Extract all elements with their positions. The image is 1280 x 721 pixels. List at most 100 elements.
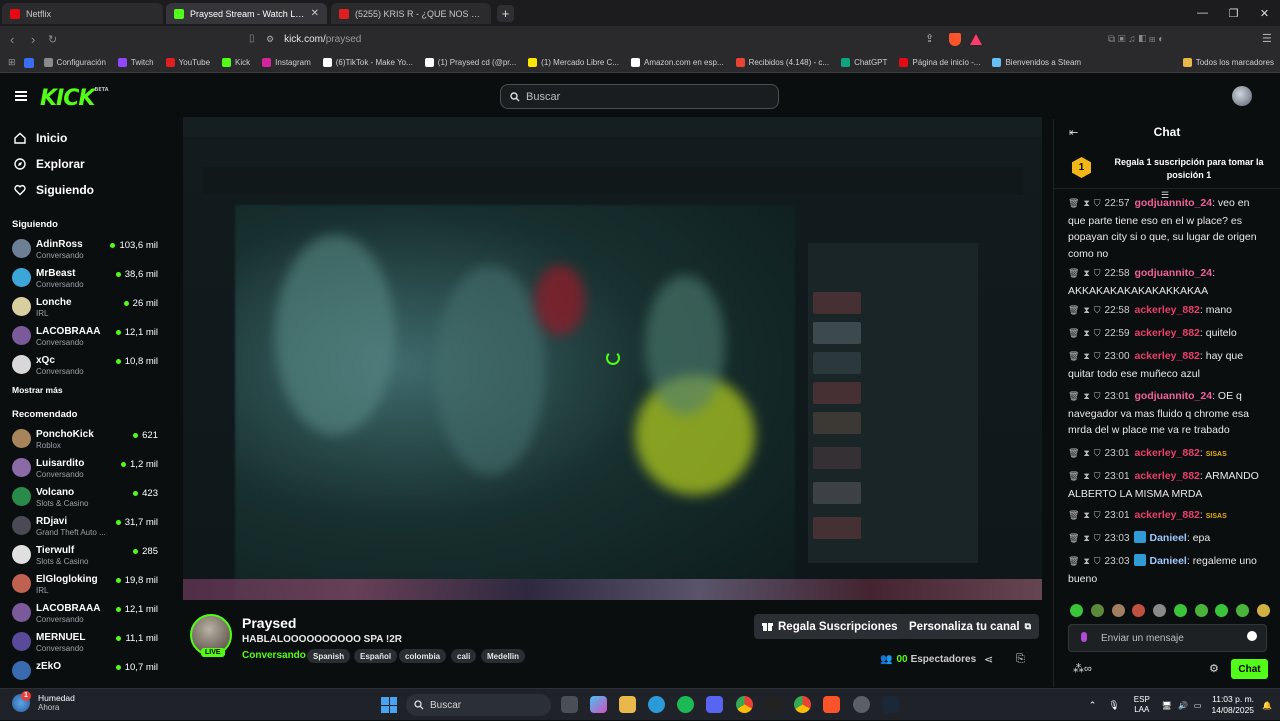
app-icon[interactable] bbox=[765, 696, 782, 713]
weather-widget[interactable]: 1 Humedad Ahora bbox=[12, 690, 75, 712]
browser-tab-youtube[interactable]: (5255) KRIS R - ¿QUE NOS PASÓ? bbox=[331, 3, 491, 24]
ban-icon[interactable]: ⛉ bbox=[1094, 328, 1101, 338]
mod-icon[interactable]: 🗑 bbox=[1068, 556, 1079, 566]
chat-username[interactable]: ackerley_882 bbox=[1134, 447, 1199, 459]
sidebar-item-inicio[interactable]: Inicio bbox=[0, 125, 172, 151]
bookmark-item[interactable]: YouTube bbox=[160, 58, 216, 67]
sidebar-channel[interactable]: Volcano Slots & Casino 423 bbox=[0, 482, 172, 511]
brave-rewards-icon[interactable] bbox=[970, 34, 982, 45]
copilot-icon[interactable] bbox=[590, 696, 607, 713]
notifications-icon[interactable]: 🔔 bbox=[1262, 701, 1272, 710]
timeout-icon[interactable]: ⧗ bbox=[1083, 305, 1089, 315]
chat-username[interactable]: godjuannito_24 bbox=[1134, 267, 1212, 279]
task-view-icon[interactable] bbox=[561, 696, 578, 713]
chat-username[interactable]: ackerley_882 bbox=[1134, 350, 1199, 362]
stream-tag[interactable]: Spanish bbox=[307, 649, 351, 663]
customize-channel-button[interactable]: Personaliza tu canal ⧉ bbox=[901, 614, 1040, 639]
network-icon[interactable]: 🖥 bbox=[1162, 701, 1172, 710]
apps-icon[interactable]: ⊞ bbox=[8, 57, 16, 68]
ban-icon[interactable]: ⛉ bbox=[1094, 471, 1101, 481]
bookmark-item[interactable]: Kick bbox=[216, 58, 256, 67]
emote-icon[interactable] bbox=[1070, 604, 1083, 617]
timeout-icon[interactable]: ⧗ bbox=[1083, 268, 1089, 278]
brave-shield-icon[interactable] bbox=[949, 33, 961, 46]
browser-tab-kick[interactable]: Praysed Stream - Watch Live on Kick ✕ bbox=[166, 3, 327, 24]
timeout-icon[interactable]: ⧗ bbox=[1083, 198, 1089, 208]
sidebar-item-explorar[interactable]: Explorar bbox=[0, 151, 172, 177]
mod-icon[interactable]: 🗑 bbox=[1068, 471, 1079, 481]
url-field[interactable]: ⚙ kick.com/praysed bbox=[266, 30, 986, 49]
chat-username[interactable]: ackerley_882 bbox=[1134, 509, 1199, 521]
mod-icon[interactable]: 🗑 bbox=[1068, 448, 1079, 458]
bookmark-item[interactable]: Instagram bbox=[256, 58, 317, 67]
emote-icon[interactable] bbox=[1111, 604, 1125, 617]
mod-icon[interactable]: 🗑 bbox=[1068, 351, 1079, 361]
gift-subscriptions-button[interactable]: Regala Suscripciones bbox=[754, 614, 906, 639]
mod-icon[interactable]: 🗑 bbox=[1068, 198, 1079, 208]
all-bookmarks[interactable]: Todos los marcadores bbox=[1176, 58, 1280, 67]
battery-icon[interactable]: ▭ bbox=[1194, 701, 1202, 710]
mod-icon[interactable]: 🗑 bbox=[1068, 533, 1079, 543]
stream-tag[interactable]: Medellin bbox=[481, 649, 526, 663]
emote-icon[interactable] bbox=[1236, 604, 1250, 617]
emote-icon[interactable] bbox=[1194, 604, 1208, 617]
bookmark-item[interactable]: (6)TikTok - Make Yo... bbox=[317, 58, 419, 67]
extensions-icon[interactable]: ⧉ ▣ ♫ ◧ ⊞ ◐ bbox=[1108, 34, 1164, 45]
streamer-name[interactable]: Praysed bbox=[242, 615, 296, 631]
chevron-up-icon[interactable]: ⌃ bbox=[1089, 700, 1097, 711]
bookmark-item[interactable]: Bienvenidos a Steam bbox=[986, 58, 1087, 67]
timeout-icon[interactable]: ⧗ bbox=[1083, 391, 1089, 401]
file-explorer-icon[interactable] bbox=[619, 696, 636, 713]
send-chat-button[interactable]: Chat bbox=[1231, 659, 1268, 679]
minimize-icon[interactable]: — bbox=[1187, 0, 1218, 26]
sidebar-channel[interactable]: MERNUEL Conversando 11,1 mil bbox=[0, 627, 172, 656]
ban-icon[interactable]: ⛉ bbox=[1094, 556, 1101, 566]
timeout-icon[interactable]: ⧗ bbox=[1083, 351, 1089, 361]
browser-tab-netflix[interactable]: Netflix bbox=[2, 3, 163, 24]
chat-username[interactable]: Danieel bbox=[1149, 555, 1186, 567]
edge-icon[interactable] bbox=[648, 696, 665, 713]
forward-icon[interactable]: › bbox=[31, 32, 35, 47]
mod-icon[interactable]: 🗑 bbox=[1068, 268, 1079, 278]
chat-username[interactable]: godjuannito_24 bbox=[1134, 197, 1212, 209]
clock[interactable]: 11:03 p. m. 14/08/2025 bbox=[1211, 694, 1254, 716]
bookmark-item[interactable]: Amazon.com en esp... bbox=[625, 58, 730, 67]
discord-icon[interactable] bbox=[706, 696, 723, 713]
chat-username[interactable]: ackerley_882 bbox=[1134, 470, 1199, 482]
bookmark-icon[interactable]: ▯ bbox=[249, 33, 255, 44]
bookmark-item[interactable]: Configuración bbox=[38, 58, 112, 67]
close-tab-icon[interactable]: ✕ bbox=[311, 8, 319, 19]
start-icon[interactable] bbox=[381, 697, 397, 713]
emote-icon[interactable] bbox=[1256, 604, 1270, 617]
ban-icon[interactable]: ⛉ bbox=[1094, 198, 1101, 208]
ban-icon[interactable]: ⛉ bbox=[1094, 391, 1101, 401]
bookmark-item[interactable]: Recibidos (4.148) - c... bbox=[730, 58, 835, 67]
volume-icon[interactable]: 🔊 bbox=[1178, 701, 1188, 710]
reload-icon[interactable]: ↻ bbox=[48, 33, 57, 46]
chat-username[interactable]: ackerley_882 bbox=[1134, 327, 1199, 339]
restore-icon[interactable]: ❐ bbox=[1218, 0, 1249, 26]
ban-icon[interactable]: ⛉ bbox=[1094, 305, 1101, 315]
sidebar-channel[interactable]: Lonche IRL 26 mil bbox=[0, 292, 172, 321]
bookmark-item[interactable]: ChatGPT bbox=[835, 58, 893, 67]
gift-leaderboard[interactable]: 1 Regala 1 suscripción para tomar la pos… bbox=[1054, 146, 1280, 189]
ban-icon[interactable]: ⛉ bbox=[1094, 351, 1101, 361]
close-window-icon[interactable]: ✕ bbox=[1249, 0, 1280, 26]
sidebar-channel[interactable]: RDjavi Grand Theft Auto ... 31,7 mil bbox=[0, 511, 172, 540]
sidebar-channel[interactable]: zEkO 10,7 mil bbox=[0, 656, 172, 685]
bookmark-item[interactable]: (1) Praysed cd (@pr... bbox=[419, 58, 522, 67]
bookmark-item[interactable]: (1) Mercado Libre C... bbox=[522, 58, 625, 67]
mod-icon[interactable]: 🗑 bbox=[1068, 510, 1079, 520]
site-info-icon[interactable]: ⚙ bbox=[266, 34, 274, 45]
share-icon[interactable]: ⋖ bbox=[984, 653, 993, 666]
timeout-icon[interactable]: ⧗ bbox=[1083, 471, 1089, 481]
stream-tag[interactable]: cali bbox=[451, 649, 477, 663]
brave-icon[interactable] bbox=[23, 57, 34, 68]
sidebar-item-siguiendo[interactable]: Siguiendo bbox=[0, 177, 172, 203]
new-tab-button[interactable]: + bbox=[497, 5, 514, 22]
sidebar-channel[interactable]: Tierwulf Slots & Casino 285 bbox=[0, 540, 172, 569]
timeout-icon[interactable]: ⧗ bbox=[1083, 556, 1089, 566]
emote-icon[interactable] bbox=[1132, 604, 1146, 617]
video-player[interactable] bbox=[183, 117, 1042, 600]
sidebar-channel[interactable]: MrBeast Conversando 38,6 mil bbox=[0, 263, 172, 292]
